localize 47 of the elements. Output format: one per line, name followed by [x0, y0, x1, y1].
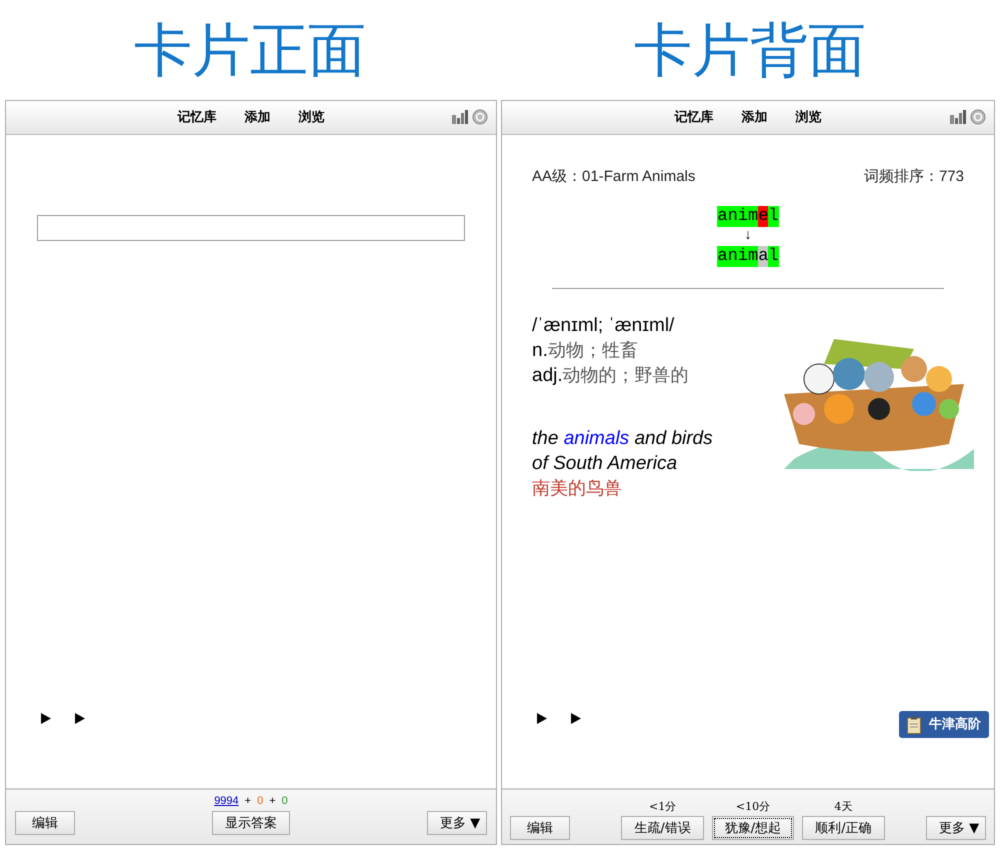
nav-link[interactable]: 浏览 [298, 108, 324, 128]
sync-icon[interactable] [472, 109, 488, 125]
plus-sign: + [269, 794, 276, 808]
down-arrow: ↓ [744, 226, 752, 246]
more-button[interactable]: 更多 ▼ [926, 816, 986, 840]
more-button[interactable]: 更多 ▼ [427, 811, 487, 835]
answer-button[interactable]: 生疏/错误 [621, 816, 704, 840]
bar-chart-icon[interactable] [950, 110, 966, 124]
example-sentence: the animals and birds of South America [532, 426, 714, 476]
plus-sign: + [244, 794, 252, 808]
nav-link[interactable]: 浏览 [796, 108, 822, 128]
bar-chart-icon[interactable] [452, 110, 468, 124]
clipboard-icon [907, 716, 921, 734]
dictionary-button[interactable]: 牛津高阶 [899, 711, 989, 738]
sync-icon[interactable] [970, 109, 986, 125]
interval-label: <1分 [648, 799, 676, 815]
nav-link[interactable]: 添加 [742, 108, 768, 128]
card-count: 0 [282, 794, 288, 808]
interval-label: <10分 [736, 799, 770, 815]
part-of-speech: n. [532, 338, 548, 362]
answer-button[interactable]: 顺利/正确 [802, 816, 885, 840]
definition-text: 动物的；野兽的 [562, 364, 689, 388]
show-answer-button[interactable]: 显示答案 [212, 811, 290, 835]
nav-link[interactable]: 记忆库 [178, 108, 216, 128]
nav-link[interactable]: 添加 [244, 108, 270, 128]
correct-answer: animal [717, 246, 779, 266]
frequency-rank: 词频排序：773 [864, 167, 964, 187]
part-of-speech: adj. [532, 364, 563, 388]
definition-text: 动物；牲畜 [548, 338, 638, 362]
caption: 卡片背面 [634, 21, 866, 79]
interval-label: 4天 [834, 799, 852, 815]
example-translation: 南美的鸟兽 [532, 476, 623, 500]
deck-label: AA级：01-Farm Animals [532, 167, 696, 187]
new-count-link[interactable]: 9994 [214, 794, 239, 808]
play-icon[interactable] [537, 713, 547, 724]
caption: 卡片正面 [134, 21, 366, 79]
answer-input-field[interactable] [37, 215, 465, 241]
play-icon[interactable] [41, 713, 51, 724]
nav-link[interactable]: 记忆库 [674, 108, 714, 128]
play-icon[interactable] [75, 713, 85, 724]
play-icon[interactable] [571, 713, 581, 724]
answer-button[interactable]: 犹豫/想起 [712, 816, 794, 840]
edit-button[interactable]: 编辑 [510, 816, 570, 840]
phonetic-text: /ˈænɪml; ˈænɪml/ [532, 314, 676, 338]
typed-answer: animel [717, 206, 779, 226]
card-count: 0 [257, 794, 264, 808]
edit-button[interactable]: 编辑 [15, 811, 75, 835]
